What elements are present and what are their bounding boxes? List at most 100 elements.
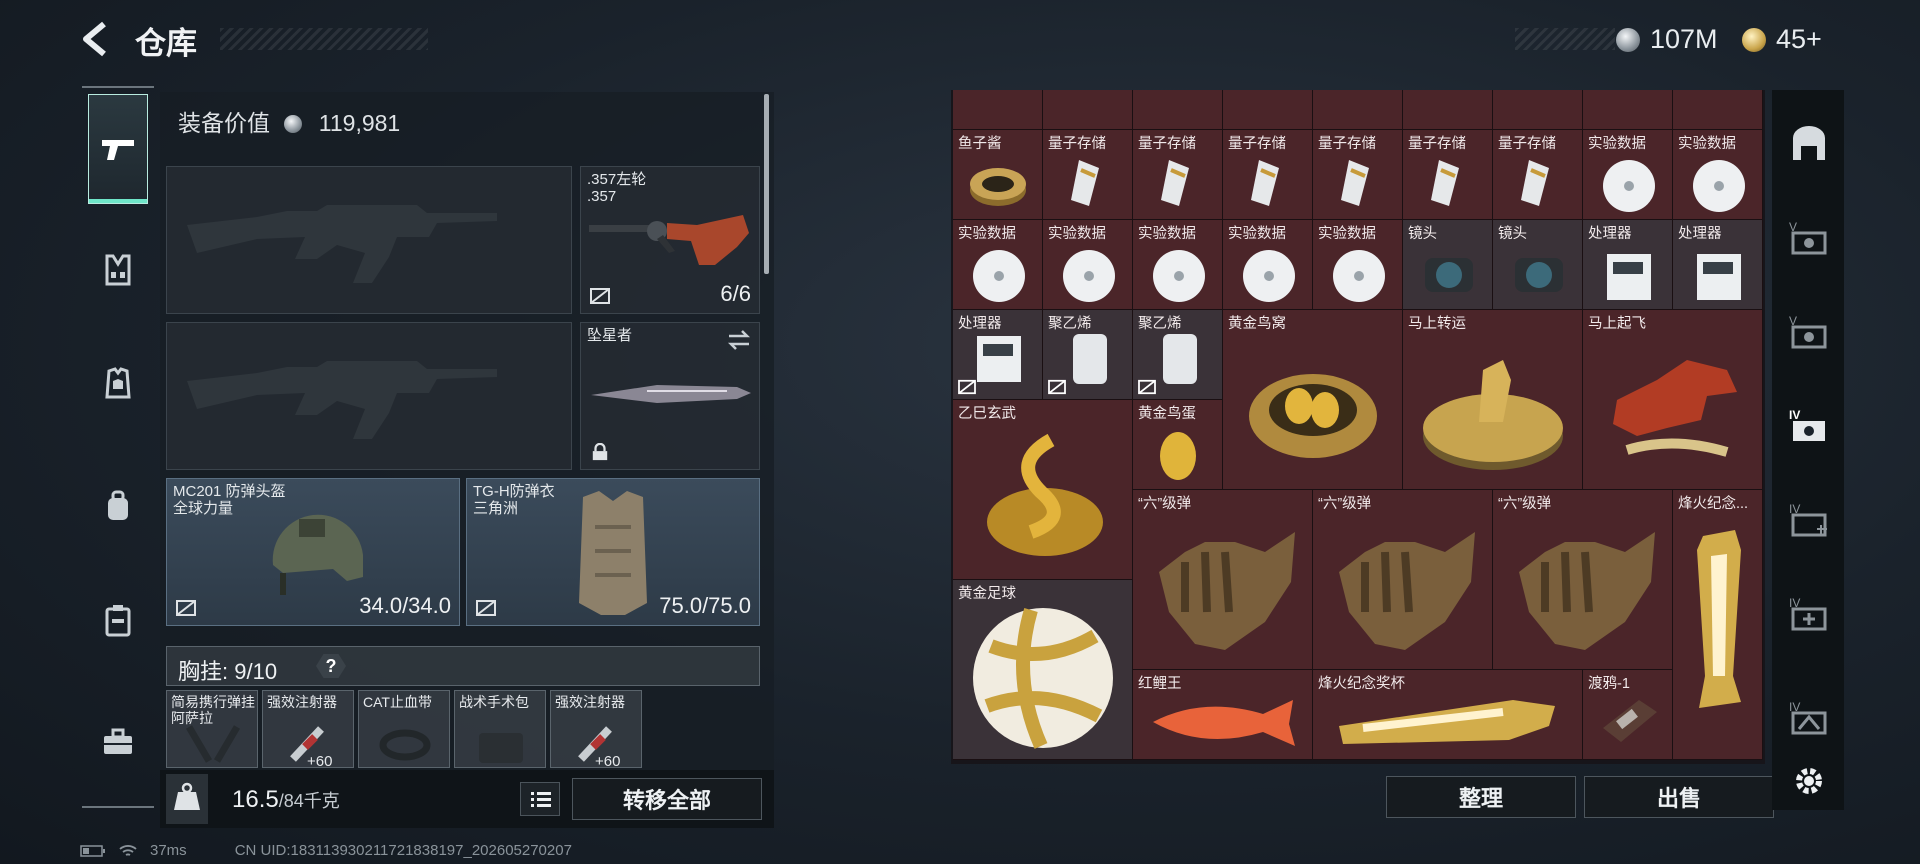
stash-item[interactable]: 处理器: [953, 310, 1043, 400]
sell-button[interactable]: 出售: [1584, 776, 1774, 818]
equipment-value-label: 装备价值: [178, 110, 270, 136]
stash-item[interactable]: [1223, 90, 1313, 130]
stash-item[interactable]: 实验数据: [1673, 130, 1763, 220]
sort-button[interactable]: 整理: [1386, 776, 1576, 818]
nav-tab-chest-rig[interactable]: [88, 240, 148, 300]
stash-item[interactable]: [1043, 90, 1133, 130]
stash-item[interactable]: “六”级弹: [1133, 490, 1313, 670]
stash-item[interactable]: 黄金鸟蛋: [1133, 400, 1223, 490]
stash-item[interactable]: 实验数据: [1133, 220, 1223, 310]
rail-stash-page[interactable]: V: [1782, 210, 1836, 264]
armor-slot[interactable]: TG-H防弹衣 三角洲 75.0/75.0: [466, 478, 760, 626]
silver-currency: 107M: [1616, 24, 1718, 55]
rig-item-slot[interactable]: 战术手术包: [454, 690, 546, 768]
rail-stash-home[interactable]: [1782, 116, 1836, 170]
equipment-scrollbar[interactable]: [764, 94, 769, 274]
armor-durability: 75.0/75.0: [659, 593, 751, 618]
stash-item[interactable]: 鱼子酱: [953, 130, 1043, 220]
item-label: 黄金鸟蛋: [1138, 406, 1196, 422]
stash-item[interactable]: 量子存储: [1313, 130, 1403, 220]
swap-icon[interactable]: [727, 329, 751, 351]
stash-item[interactable]: 马上转运: [1403, 310, 1583, 490]
stash-item[interactable]: [1493, 90, 1583, 130]
rig-item-slot[interactable]: 强效注射器 +60: [550, 690, 642, 770]
rig-item-label: CAT止血带: [363, 694, 432, 710]
stash-item[interactable]: 处理器: [1583, 220, 1673, 310]
sidearm-slot[interactable]: .357左轮 .357 6/6: [580, 166, 760, 314]
golden-egg-icon: [1160, 432, 1196, 480]
primary-weapon-slot[interactable]: [166, 166, 572, 314]
stash-item[interactable]: “六”级弹: [1493, 490, 1673, 670]
stash-item[interactable]: “六”级弹: [1313, 490, 1493, 670]
stash-item[interactable]: 实验数据: [1583, 130, 1673, 220]
helmet-slot[interactable]: MC201 防弹头盔 全球力量 34.0/34.0: [166, 478, 460, 626]
stash-item[interactable]: 聚乙烯: [1133, 310, 1223, 400]
stash-item[interactable]: 烽火纪念奖杯: [1313, 670, 1583, 760]
gear-icon: [1796, 768, 1822, 794]
rail-stash-page[interactable]: IV: [1782, 492, 1836, 546]
stash-item[interactable]: 乙巳玄武: [953, 400, 1133, 580]
stash-item[interactable]: 实验数据: [1043, 220, 1133, 310]
stash-item[interactable]: 马上起飞: [1583, 310, 1763, 490]
wifi-icon: [119, 844, 137, 856]
user-uid: CN UID:18311393021172183​8197_2026052702…: [234, 842, 572, 859]
stash-item[interactable]: 实验数据: [953, 220, 1043, 310]
stash-item[interactable]: 烽火纪念...: [1673, 490, 1763, 760]
secondary-weapon-slot[interactable]: [166, 322, 572, 470]
rail-stash-page-active[interactable]: IV: [1782, 398, 1836, 452]
knife-icon: [591, 385, 751, 403]
stash-item[interactable]: 镜头: [1493, 220, 1583, 310]
gold-currency[interactable]: 45+: [1742, 24, 1822, 55]
nav-tab-armor[interactable]: [88, 354, 148, 414]
back-button[interactable]: [78, 20, 114, 58]
rail-stash-page[interactable]: IV: [1782, 586, 1836, 640]
nav-tab-container[interactable]: [88, 590, 148, 650]
stash-item[interactable]: 黄金鸟窝: [1223, 310, 1403, 490]
usb-drive-icon: [1251, 160, 1279, 206]
stash-item[interactable]: 量子存储: [1493, 130, 1583, 220]
rail-stash-page[interactable]: IV: [1782, 690, 1836, 744]
stash-item[interactable]: 处理器: [1673, 220, 1763, 310]
stash-item[interactable]: 渡鸦-1: [1583, 670, 1673, 760]
data-disc-icon: [1063, 250, 1115, 302]
nav-tab-backpack[interactable]: [88, 476, 148, 536]
stash-item[interactable]: 量子存储: [1403, 130, 1493, 220]
stash-page-icon: V: [1789, 314, 1827, 349]
stash-item[interactable]: 量子存储: [1133, 130, 1223, 220]
rig-item-slot[interactable]: 简易携行弹挂 阿萨拉: [166, 690, 258, 768]
nav-tab-weapons[interactable]: [88, 94, 148, 204]
rig-item-sub: +60: [595, 753, 621, 770]
rig-item-slot[interactable]: 强效注射器 +60: [262, 690, 354, 770]
stash-item[interactable]: 量子存储: [1043, 130, 1133, 220]
not-insured-icon: [176, 600, 196, 616]
item-label: 乙巳玄武: [958, 406, 1016, 422]
stash-item[interactable]: [1673, 90, 1763, 130]
list-view-button[interactable]: [520, 782, 560, 816]
stash-item[interactable]: 实验数据: [1313, 220, 1403, 310]
melee-slot[interactable]: 坠星者: [580, 322, 760, 470]
rig-item-slot[interactable]: CAT止血带: [358, 690, 450, 768]
carry-weight: 16.5/84千克: [232, 786, 340, 814]
stash-item[interactable]: 量子存储: [1223, 130, 1313, 220]
stash-item[interactable]: 镜头: [1403, 220, 1493, 310]
stash-item[interactable]: 聚乙烯: [1043, 310, 1133, 400]
svg-text:IV: IV: [1789, 408, 1800, 422]
stash-item[interactable]: [1313, 90, 1403, 130]
red-carp-icon: [1153, 700, 1295, 746]
rail-stash-page[interactable]: V: [1782, 304, 1836, 358]
nav-tab-safebox[interactable]: [88, 712, 148, 772]
stash-item[interactable]: 黄金足球: [953, 580, 1133, 760]
settings-button[interactable]: [1782, 754, 1836, 808]
item-label: “六”级弹: [1498, 496, 1552, 512]
stash-item[interactable]: [1133, 90, 1223, 130]
stash-item[interactable]: 实验数据: [1223, 220, 1313, 310]
stash-item[interactable]: [1403, 90, 1493, 130]
rig-item-label: 战术手术包: [459, 694, 529, 710]
rig-item-sub: +60: [307, 753, 333, 770]
transfer-all-button[interactable]: 转移全部: [572, 778, 762, 820]
stash-item[interactable]: [1583, 90, 1673, 130]
stash-item[interactable]: [953, 90, 1043, 130]
stash-home-icon: [1793, 126, 1825, 160]
stash-item[interactable]: 红鲤王: [1133, 670, 1313, 760]
item-label: “六”级弹: [1318, 496, 1372, 512]
